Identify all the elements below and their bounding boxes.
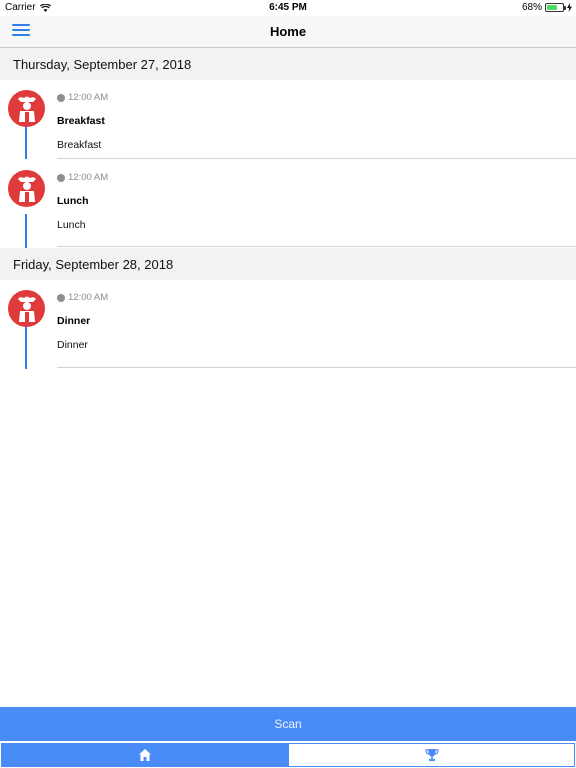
section-header-date: Friday, September 28, 2018 [0, 248, 576, 280]
entry-time: 12:00 AM [68, 292, 109, 303]
battery-icon [545, 3, 566, 12]
divider [57, 246, 576, 247]
trophy-icon [424, 749, 439, 761]
clock-icon [57, 93, 65, 102]
chef-icon [17, 176, 36, 202]
meal-entry-breakfast[interactable]: 12:00 AM Breakfast Breakfast [0, 80, 576, 159]
chef-icon [17, 96, 36, 122]
tab-trophy[interactable] [288, 743, 575, 767]
clock-icon [57, 293, 65, 302]
navigation-bar: Home [0, 16, 576, 48]
meal-avatar[interactable] [8, 290, 45, 327]
entry-time: 12:00 AM [68, 92, 109, 103]
entry-title: Lunch [57, 195, 89, 207]
chef-icon [17, 296, 36, 322]
divider [57, 367, 576, 368]
timeline-line [25, 325, 27, 369]
tab-bar [0, 741, 576, 768]
entry-description: Dinner [57, 339, 88, 351]
meal-entry-dinner[interactable]: 12:00 AM Dinner Dinner [0, 280, 576, 369]
entry-description: Lunch [57, 219, 86, 231]
meal-avatar[interactable] [8, 170, 45, 207]
entry-time: 12:00 AM [68, 172, 109, 183]
timeline-line [25, 214, 27, 248]
section-header-date: Thursday, September 27, 2018 [0, 48, 576, 80]
home-icon [138, 749, 151, 761]
tab-home[interactable] [1, 743, 288, 767]
meal-avatar[interactable] [8, 90, 45, 127]
charging-icon [567, 3, 572, 12]
status-time: 6:45 PM [269, 2, 307, 13]
entry-title: Dinner [57, 315, 91, 327]
battery-fill [547, 5, 558, 10]
battery-percent: 68% [521, 2, 542, 13]
timeline-line [25, 125, 27, 159]
page-title: Home [269, 24, 307, 39]
scan-button[interactable]: Scan [0, 707, 576, 741]
entry-title: Breakfast [57, 115, 105, 127]
clock-icon [57, 173, 65, 182]
entry-description: Breakfast [57, 139, 102, 151]
meal-entry-lunch[interactable]: 12:00 AM Lunch Lunch [0, 169, 576, 248]
status-bar: Carrier 6:45 PM 68% [0, 0, 576, 16]
divider [57, 158, 576, 159]
